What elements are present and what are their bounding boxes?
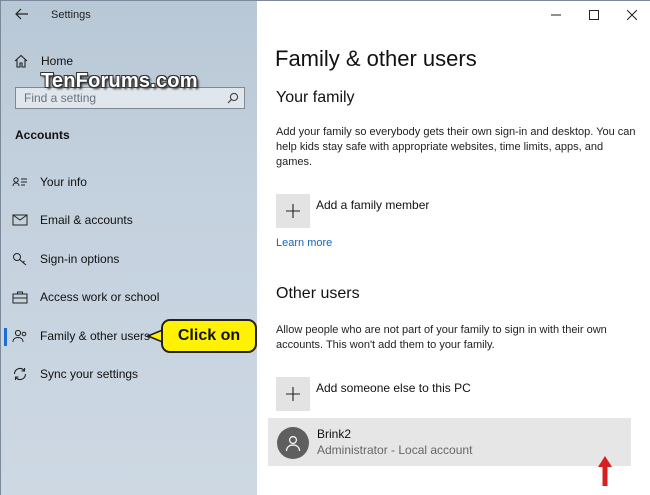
learn-more-link[interactable]: Learn more	[276, 237, 332, 249]
close-icon	[627, 10, 637, 20]
add-family-label: Add a family member	[316, 198, 430, 212]
back-arrow-icon[interactable]	[15, 7, 31, 23]
settings-window: Settings Home TenForums.com Accounts You…	[0, 0, 650, 495]
plus-icon	[286, 387, 300, 401]
sidebar: Settings Home TenForums.com Accounts You…	[1, 1, 257, 495]
add-other-tile	[276, 377, 310, 411]
title-bar: Settings	[1, 1, 257, 29]
user-name: Brink2	[317, 427, 352, 441]
other-users-description: Allow people who are not part of your fa…	[276, 324, 607, 351]
section-title: Accounts	[15, 128, 70, 142]
minimize-button[interactable]	[537, 1, 575, 29]
avatar	[277, 427, 309, 459]
sidebar-item-your-info[interactable]: Your info	[1, 167, 257, 197]
sidebar-item-label: Sign-in options	[40, 252, 120, 266]
sidebar-item-access-work[interactable]: Access work or school	[1, 282, 257, 312]
sidebar-item-label: Sync your settings	[40, 367, 139, 381]
sidebar-item-label: Your info	[40, 175, 87, 189]
your-family-description: Add your family so everybody gets their …	[276, 126, 636, 168]
key-icon	[13, 253, 27, 266]
home-label: Home	[41, 54, 74, 68]
selection-indicator	[4, 328, 7, 346]
sidebar-item-label: Email & accounts	[40, 213, 133, 227]
home-nav[interactable]: Home	[14, 51, 73, 71]
home-icon	[14, 54, 28, 68]
add-someone-else-button[interactable]: Add someone else to this PC	[276, 377, 471, 411]
user-account-card[interactable]: Brink2 Administrator - Local account	[268, 418, 631, 466]
maximize-icon	[589, 10, 599, 20]
callout-label: Click on	[161, 319, 257, 353]
add-other-label: Add someone else to this PC	[316, 381, 471, 395]
mail-icon	[12, 214, 28, 226]
add-family-member-button[interactable]: Add a family member	[276, 194, 429, 228]
minimize-icon	[551, 14, 561, 16]
red-arrow-annotation	[598, 456, 612, 486]
watermark-logo: TenForums.com	[41, 70, 198, 92]
app-title: Settings	[51, 9, 91, 21]
search-icon[interactable]	[222, 88, 244, 108]
sidebar-item-label: Family & other users	[40, 329, 151, 343]
people-icon	[12, 329, 27, 343]
user-role: Administrator - Local account	[317, 443, 473, 457]
plus-icon	[286, 204, 300, 218]
briefcase-icon	[12, 291, 28, 304]
sidebar-item-label: Access work or school	[40, 290, 160, 304]
sidebar-item-email-accounts[interactable]: Email & accounts	[1, 205, 257, 235]
your-family-heading: Your family	[276, 89, 355, 106]
add-family-tile	[276, 194, 310, 228]
click-on-callout: Click on	[147, 319, 257, 353]
sync-icon	[13, 367, 27, 381]
other-users-heading: Other users	[276, 285, 360, 302]
sidebar-item-sync-settings[interactable]: Sync your settings	[1, 359, 257, 389]
maximize-button[interactable]	[575, 1, 613, 29]
main-content: Family & other users Your family Add you…	[257, 1, 650, 495]
page-title: Family & other users	[275, 46, 477, 71]
window-controls	[537, 1, 650, 29]
close-button[interactable]	[613, 1, 650, 29]
sidebar-item-sign-in-options[interactable]: Sign-in options	[1, 244, 257, 274]
user-silhouette-icon	[285, 435, 301, 452]
person-card-icon	[12, 177, 27, 187]
